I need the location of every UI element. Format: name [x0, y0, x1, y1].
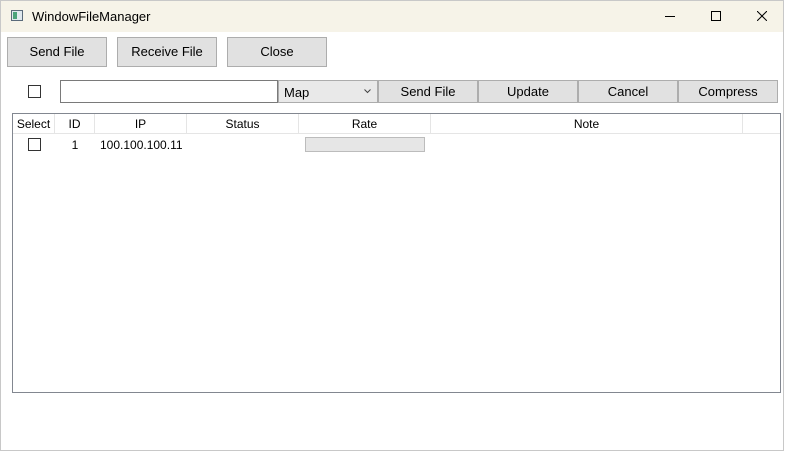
minimize-button[interactable]: [647, 1, 693, 32]
client-table[interactable]: Select ID IP Status Rate Note 1 100.100.…: [12, 113, 781, 393]
close-icon: [757, 11, 767, 21]
minimize-icon: [665, 16, 675, 17]
column-header-status[interactable]: Status: [187, 114, 299, 133]
column-header-ip[interactable]: IP: [95, 114, 187, 133]
compress-button[interactable]: Compress: [678, 80, 778, 103]
send-file-action-button[interactable]: Send File: [378, 80, 478, 103]
column-header-rate[interactable]: Rate: [299, 114, 431, 133]
maximize-icon: [711, 11, 721, 21]
mode-select[interactable]: Map: [278, 80, 378, 103]
title-bar[interactable]: WindowFileManager: [1, 1, 783, 32]
row-select-checkbox[interactable]: [28, 138, 41, 151]
row-ip: 100.100.100.11: [100, 138, 183, 152]
select-all-checkbox[interactable]: [28, 85, 41, 98]
chevron-down-icon: [364, 89, 371, 94]
app-icon: [11, 10, 23, 21]
maximize-button[interactable]: [693, 1, 739, 32]
receive-file-button[interactable]: Receive File: [117, 37, 217, 67]
column-header-note[interactable]: Note: [431, 114, 743, 133]
main-window: WindowFileManager Send File Receive File…: [0, 0, 784, 451]
row-rate-progress: [305, 137, 425, 152]
window-title: WindowFileManager: [32, 9, 151, 24]
path-input[interactable]: [60, 80, 278, 103]
column-header-select[interactable]: Select: [13, 114, 55, 133]
update-button[interactable]: Update: [478, 80, 578, 103]
close-window-button[interactable]: [739, 1, 785, 32]
row-id: 1: [71, 138, 79, 152]
send-file-button[interactable]: Send File: [7, 37, 107, 67]
cancel-button[interactable]: Cancel: [578, 80, 678, 103]
close-button[interactable]: Close: [227, 37, 327, 67]
mode-select-value: Map: [284, 85, 310, 100]
table-header: Select ID IP Status Rate Note: [13, 114, 780, 134]
column-header-id[interactable]: ID: [55, 114, 95, 133]
